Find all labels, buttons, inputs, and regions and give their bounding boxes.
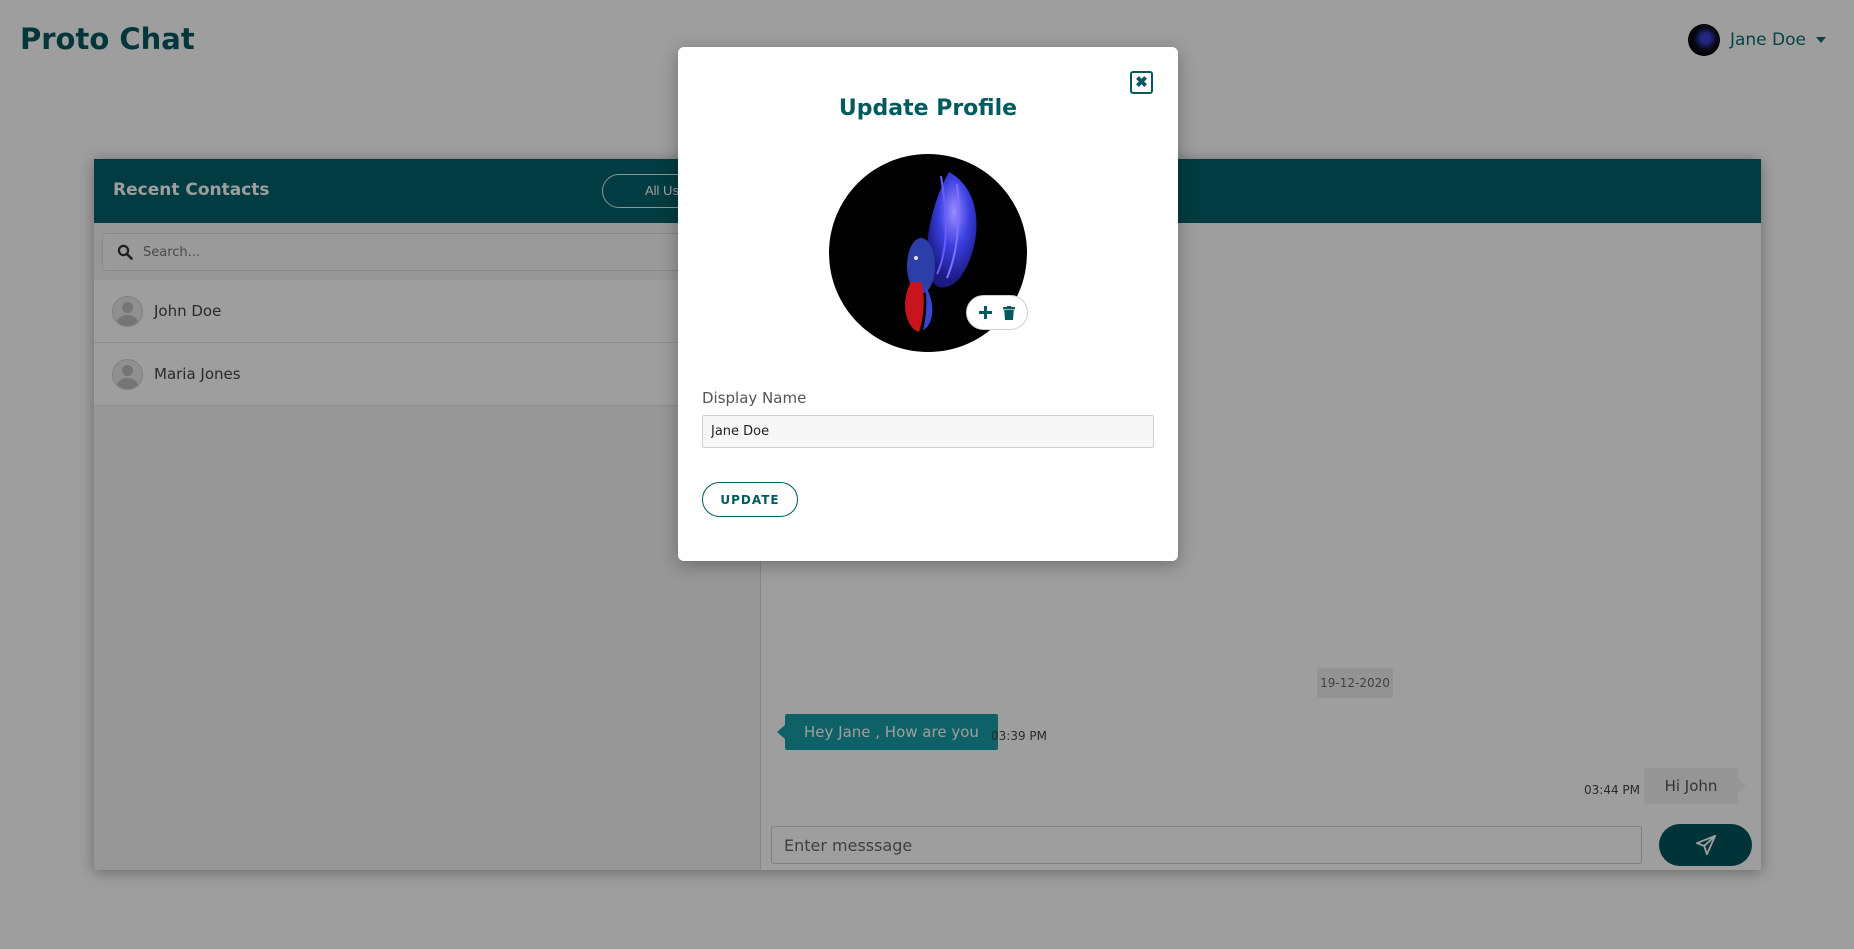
display-name-label: Display Name [702, 389, 807, 407]
plus-icon[interactable] [978, 306, 992, 320]
photo-actions [966, 295, 1028, 330]
modal-title: Update Profile [838, 96, 1018, 121]
trash-icon[interactable] [1002, 305, 1016, 320]
display-name-field[interactable] [702, 415, 1154, 448]
update-profile-modal: ✖ Update Profile Display Name Jane Doe U… [678, 47, 1178, 561]
update-button[interactable]: UPDATE [702, 482, 798, 517]
close-button[interactable]: ✖ [1130, 71, 1153, 94]
